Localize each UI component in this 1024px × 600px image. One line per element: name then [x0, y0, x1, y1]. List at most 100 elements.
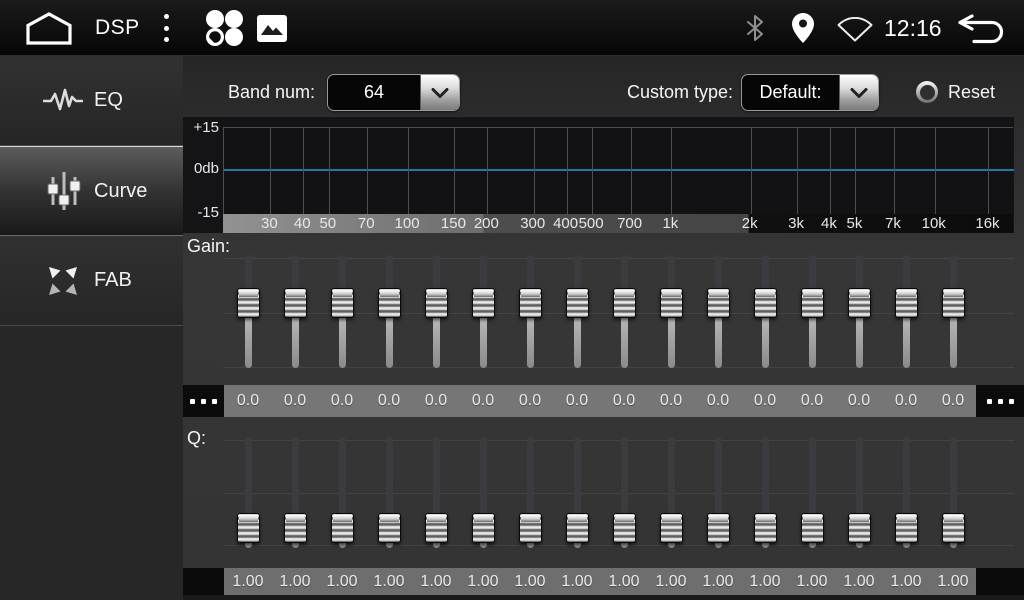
- slider-knob[interactable]: [660, 513, 683, 543]
- q-slider-10[interactable]: [660, 437, 683, 548]
- q-slider-11[interactable]: [707, 437, 730, 548]
- gain-slider-3[interactable]: [331, 255, 354, 368]
- freq-gridline: [751, 128, 752, 214]
- q-slider-14[interactable]: [848, 437, 871, 548]
- freq-gridline: [567, 128, 568, 214]
- q-slider-8[interactable]: [566, 437, 589, 548]
- chevron-down-icon: [420, 75, 459, 110]
- gain-more-right-button[interactable]: [976, 385, 1024, 417]
- home-icon[interactable]: [24, 11, 74, 45]
- gain-value: 0.0: [319, 385, 366, 417]
- q-slider-7[interactable]: [519, 437, 542, 548]
- slider-knob[interactable]: [754, 513, 777, 543]
- freq-tick-label: 100: [387, 214, 427, 233]
- band-num-dropdown[interactable]: 64: [327, 74, 460, 111]
- gain-value: 0.0: [695, 385, 742, 417]
- freq-gridline: [408, 128, 409, 214]
- custom-type-dropdown[interactable]: Default:: [741, 74, 879, 111]
- slider-knob[interactable]: [566, 513, 589, 543]
- freq-axis[interactable]: 304050701001502003004005007001k2k3k4k5k7…: [223, 214, 1013, 233]
- q-slider-6[interactable]: [472, 437, 495, 548]
- gain-slider-8[interactable]: [566, 255, 589, 368]
- slider-knob[interactable]: [801, 513, 824, 543]
- slider-knob[interactable]: [425, 513, 448, 543]
- slider-knob[interactable]: [237, 288, 260, 318]
- q-slider-2[interactable]: [284, 437, 307, 548]
- freq-gridline: [830, 128, 831, 214]
- slider-knob[interactable]: [284, 288, 307, 318]
- slider-knob[interactable]: [895, 288, 918, 318]
- slider-knob[interactable]: [707, 288, 730, 318]
- slider-knob[interactable]: [707, 513, 730, 543]
- slider-knob[interactable]: [425, 288, 448, 318]
- gain-slider-9[interactable]: [613, 255, 636, 368]
- slider-knob[interactable]: [895, 513, 918, 543]
- gallery-icon[interactable]: [257, 15, 287, 42]
- freq-tick-label: 200: [466, 214, 506, 233]
- slider-knob[interactable]: [519, 513, 542, 543]
- q-slider-4[interactable]: [378, 437, 401, 548]
- gain-slider-16[interactable]: [942, 255, 965, 368]
- gain-slider-1[interactable]: [237, 255, 260, 368]
- slider-knob[interactable]: [660, 288, 683, 318]
- gain-label: Gain:: [187, 236, 230, 257]
- q-slider-9[interactable]: [613, 437, 636, 548]
- reset-radio-button[interactable]: [916, 81, 938, 103]
- gain-value: 0.0: [883, 385, 930, 417]
- slider-knob[interactable]: [566, 288, 589, 318]
- q-slider-5[interactable]: [425, 437, 448, 548]
- q-value: 1.00: [554, 568, 601, 595]
- gain-slider-5[interactable]: [425, 255, 448, 368]
- slider-knob[interactable]: [613, 288, 636, 318]
- slider-knob[interactable]: [378, 513, 401, 543]
- slider-knob[interactable]: [472, 513, 495, 543]
- slider-knob[interactable]: [519, 288, 542, 318]
- sidebar-item-curve[interactable]: Curve: [0, 146, 183, 236]
- gain-slider-15[interactable]: [895, 255, 918, 368]
- slider-knob[interactable]: [237, 513, 260, 543]
- gain-slider-10[interactable]: [660, 255, 683, 368]
- q-slider-1[interactable]: [237, 437, 260, 548]
- q-slider-16[interactable]: [942, 437, 965, 548]
- gain-more-left-button[interactable]: [183, 385, 224, 417]
- gain-slider-13[interactable]: [801, 255, 824, 368]
- sidebar: EQ Curve FAB: [0, 56, 183, 600]
- q-value: 1.00: [789, 568, 836, 595]
- gain-slider-6[interactable]: [472, 255, 495, 368]
- slider-knob[interactable]: [942, 513, 965, 543]
- q-slider-12[interactable]: [754, 437, 777, 548]
- sidebar-item-fab[interactable]: FAB: [0, 236, 183, 326]
- slider-knob[interactable]: [378, 288, 401, 318]
- sidebar-item-eq[interactable]: EQ: [0, 56, 183, 146]
- dsp-curve-panel: Band num: 64 Custom type: Default: Reset…: [183, 56, 1024, 600]
- slider-knob[interactable]: [942, 288, 965, 318]
- gain-slider-4[interactable]: [378, 255, 401, 368]
- gain-slider-14[interactable]: [848, 255, 871, 368]
- gain-slider-7[interactable]: [519, 255, 542, 368]
- slider-knob[interactable]: [331, 288, 354, 318]
- status-bar: DSP 12:16: [0, 0, 1024, 56]
- slider-knob[interactable]: [848, 513, 871, 543]
- menu-dots-icon[interactable]: [159, 14, 173, 42]
- slider-knob[interactable]: [848, 288, 871, 318]
- slider-knob[interactable]: [284, 513, 307, 543]
- gain-slider-12[interactable]: [754, 255, 777, 368]
- clock: 12:16: [884, 0, 942, 56]
- slider-knob[interactable]: [801, 288, 824, 318]
- q-value: 1.00: [836, 568, 883, 595]
- freq-tick-label: 16k: [967, 214, 1007, 233]
- freq-gridline: [534, 128, 535, 214]
- slider-knob[interactable]: [472, 288, 495, 318]
- gain-slider-2[interactable]: [284, 255, 307, 368]
- slider-knob[interactable]: [754, 288, 777, 318]
- back-icon[interactable]: [952, 13, 1010, 44]
- apps-icon[interactable]: [204, 9, 244, 47]
- q-slider-row: [183, 437, 1014, 548]
- slider-knob[interactable]: [331, 513, 354, 543]
- gain-slider-11[interactable]: [707, 255, 730, 368]
- location-icon: [792, 13, 814, 43]
- q-slider-3[interactable]: [331, 437, 354, 548]
- q-slider-13[interactable]: [801, 437, 824, 548]
- slider-knob[interactable]: [613, 513, 636, 543]
- q-slider-15[interactable]: [895, 437, 918, 548]
